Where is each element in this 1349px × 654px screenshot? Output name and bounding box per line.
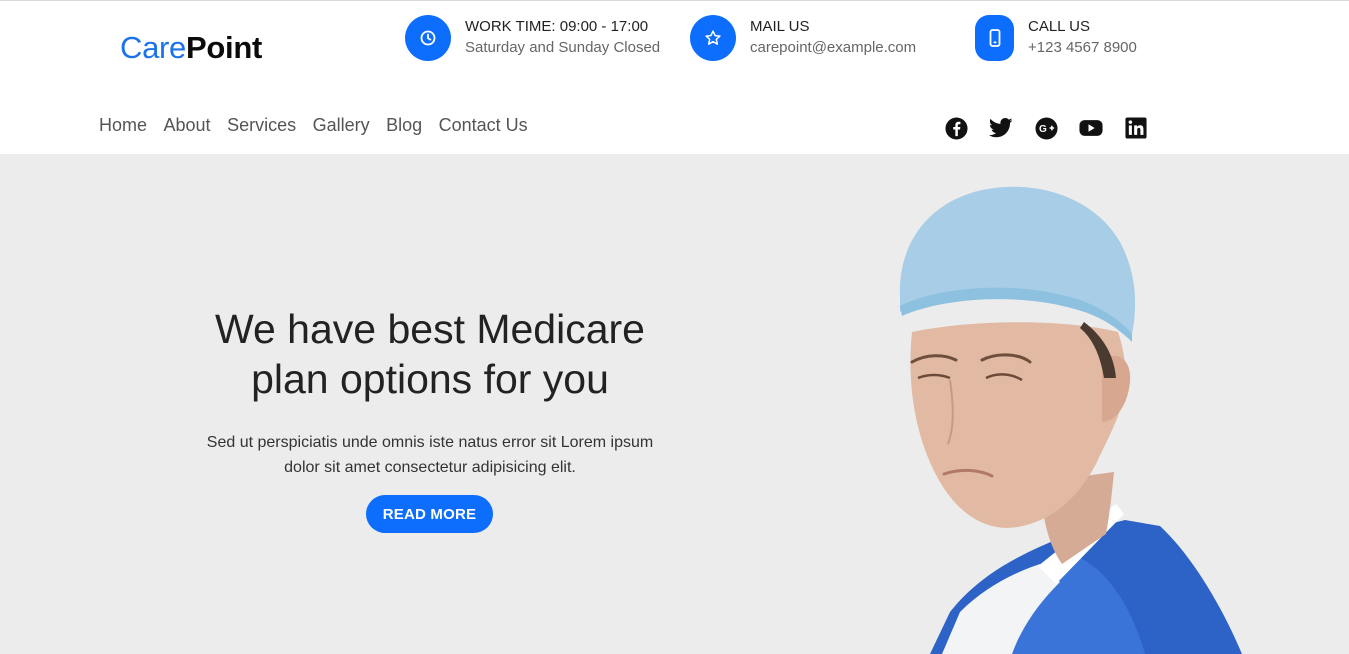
- top-border: [0, 0, 1349, 1]
- nav-about[interactable]: About: [164, 113, 211, 137]
- logo[interactable]: CarePoint: [120, 30, 262, 66]
- clock-icon: [405, 15, 451, 61]
- mail-info: MAIL US carepoint@example.com: [690, 15, 916, 61]
- twitter-icon[interactable]: [989, 116, 1013, 140]
- facebook-icon[interactable]: [944, 116, 968, 140]
- youtube-icon[interactable]: [1079, 116, 1103, 140]
- call-title: CALL US: [1028, 18, 1090, 35]
- star-icon: [690, 15, 736, 61]
- mail-title: MAIL US: [750, 18, 810, 35]
- work-time-title: WORK TIME: 09:00 - 17:00: [465, 18, 649, 35]
- logo-care-text: Care: [120, 30, 186, 65]
- hero-heading-line2: plan options for you: [251, 356, 609, 402]
- work-time-subtitle: Saturday and Sunday Closed: [465, 39, 661, 56]
- social-links: G: [944, 116, 1169, 140]
- hero-description-line2: dolor sit amet consectetur adipisicing e…: [284, 459, 576, 476]
- hero-section: We have best Medicare plan options for y…: [0, 154, 1349, 654]
- nav-contact-us[interactable]: Contact Us: [439, 113, 528, 137]
- hero-heading: We have best Medicare plan options for y…: [150, 304, 710, 404]
- work-time-info: WORK TIME: 09:00 - 17:00 Saturday and Su…: [405, 15, 660, 61]
- phone-number[interactable]: +123 4567 8900: [1028, 37, 1137, 59]
- doctor-image: [899, 186, 1242, 654]
- hero-heading-line1: We have best Medicare: [215, 306, 645, 352]
- nav-blog[interactable]: Blog: [386, 113, 422, 137]
- read-more-button[interactable]: READ MORE: [366, 495, 493, 533]
- logo-point-text: Point: [186, 30, 262, 65]
- mobile-phone-icon: [975, 15, 1014, 61]
- call-info: CALL US +123 4567 8900: [975, 15, 1137, 61]
- nav-services[interactable]: Services: [227, 113, 296, 137]
- nav-gallery[interactable]: Gallery: [313, 113, 370, 137]
- main-nav: Home About Services Gallery Blog Contact…: [99, 113, 544, 137]
- hero-description: Sed ut perspiciatis unde omnis iste natu…: [180, 430, 680, 480]
- linkedin-icon[interactable]: [1124, 116, 1148, 140]
- mail-address[interactable]: carepoint@example.com: [750, 37, 916, 59]
- google-plus-icon[interactable]: G: [1034, 116, 1058, 140]
- svg-text:G: G: [1039, 124, 1047, 135]
- hero-description-line1: Sed ut perspiciatis unde omnis iste natu…: [206, 434, 654, 451]
- nav-home[interactable]: Home: [99, 113, 147, 137]
